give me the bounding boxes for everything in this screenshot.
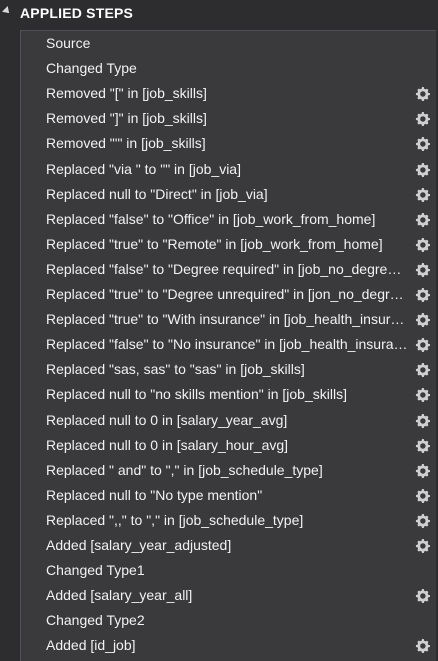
step-settings-gear-icon[interactable] <box>415 337 430 353</box>
step-settings-gear-icon[interactable] <box>415 212 430 227</box>
applied-step-label: Removed "]" in [job_skills] <box>46 110 207 127</box>
step-settings-gear-icon[interactable] <box>415 413 430 428</box>
applied-step-item[interactable]: Replaced null to "No type mention" <box>21 483 437 508</box>
panel-title: APPLIED STEPS <box>20 5 134 21</box>
applied-step-item[interactable]: Replaced null to "Direct" in [job_via] <box>21 182 437 207</box>
applied-step-item[interactable]: Added [salary_year_adjusted] <box>21 533 437 558</box>
applied-steps-list: Source Changed Type Removed "[" in [job_sk… <box>20 30 436 661</box>
applied-step-item[interactable]: Changed Type2 <box>21 608 437 633</box>
applied-step-item[interactable]: Removed "[" in [job_skills] <box>21 81 437 106</box>
step-settings-gear-icon[interactable] <box>415 237 430 252</box>
step-settings-gear-icon[interactable] <box>415 538 430 553</box>
applied-step-item[interactable]: Source <box>21 31 437 56</box>
applied-step-label: Replaced " and" to "," in [job_schedule_… <box>46 461 323 478</box>
applied-step-label: Replaced null to "Direct" in [job_via] <box>46 185 268 202</box>
step-settings-gear-icon[interactable] <box>415 162 430 177</box>
step-settings-gear-icon[interactable] <box>415 187 430 202</box>
applied-step-item[interactable]: Replaced ",," to "," in [job_schedule_ty… <box>21 508 437 533</box>
step-settings-gear-icon[interactable] <box>415 362 430 378</box>
step-settings-gear-icon[interactable] <box>415 438 430 453</box>
applied-step-item[interactable]: Changed Type <box>21 56 437 81</box>
collapse-caret-icon[interactable] <box>2 6 12 16</box>
applied-step-label: Replaced null to 0 in [salary_hour_avg] <box>46 436 289 453</box>
step-settings-gear-icon[interactable] <box>415 638 430 654</box>
applied-step-item[interactable]: Replaced "false" to "No insurance" in [j… <box>21 332 437 357</box>
step-settings-gear-icon[interactable] <box>415 86 430 102</box>
applied-step-item[interactable]: Added [salary_year_all] <box>21 583 437 608</box>
applied-step-item[interactable]: Replaced "false" to "Office" in [job_wor… <box>21 207 437 232</box>
applied-step-label: Replaced "true" to "Remote" in [job_work… <box>46 235 383 252</box>
step-settings-gear-icon[interactable] <box>415 588 430 604</box>
applied-step-item[interactable]: Replaced null to 0 in [salary_hour_avg] <box>21 433 437 458</box>
applied-step-item[interactable]: Removed "]" in [job_skills] <box>21 106 437 131</box>
applied-step-label: Replaced "false" to "Office" in [job_wor… <box>46 210 376 227</box>
applied-step-label: Removed "[" in [job_skills] <box>46 85 207 102</box>
applied-step-item[interactable]: Replaced "true" to "With insurance" in [… <box>21 307 437 332</box>
applied-step-item[interactable]: Replaced null to 0 in [salary_year_avg] <box>21 408 437 433</box>
applied-step-item[interactable]: Replaced "true" to "Degree unrequired" i… <box>21 282 437 307</box>
applied-step-label: Changed Type <box>46 60 137 77</box>
applied-step-label: Replaced "sas, sas" to "sas" in [job_ski… <box>46 361 305 378</box>
step-settings-gear-icon[interactable] <box>415 488 430 503</box>
applied-step-item[interactable]: Replaced "sas, sas" to "sas" in [job_ski… <box>21 357 437 382</box>
step-settings-gear-icon[interactable] <box>415 312 430 328</box>
applied-step-item[interactable]: Replaced "false" to "Degree required" in… <box>21 257 437 282</box>
applied-step-item[interactable]: Changed Type1 <box>21 558 437 583</box>
applied-step-label: Added [salary_year_all] <box>46 587 193 604</box>
applied-step-label: Replaced "true" to "With insurance" in [… <box>46 311 408 328</box>
step-settings-gear-icon[interactable] <box>415 387 430 403</box>
applied-step-item[interactable]: Added [id_job] <box>21 633 437 658</box>
applied-step-label: Changed Type1 <box>46 562 145 579</box>
applied-step-item[interactable]: Replaced " and" to "," in [job_schedule_… <box>21 458 437 483</box>
step-settings-gear-icon[interactable] <box>415 287 430 302</box>
applied-steps-panel: APPLIED STEPS Source Changed Type Removed … <box>0 0 438 661</box>
step-settings-gear-icon[interactable] <box>415 136 430 152</box>
step-settings-gear-icon[interactable] <box>415 262 430 277</box>
applied-step-label: Replaced null to 0 in [salary_year_avg] <box>46 411 288 428</box>
applied-step-label: Replaced "via " to "" in [job_via] <box>46 160 241 177</box>
step-settings-gear-icon[interactable] <box>415 463 430 478</box>
applied-step-label: Replaced "true" to "Degree unrequired" i… <box>46 286 408 302</box>
applied-step-item[interactable]: Replaced "via " to "" in [job_via] <box>21 157 437 182</box>
step-settings-gear-icon[interactable] <box>415 111 430 127</box>
applied-step-item[interactable]: Replaced null to "no skills mention" in … <box>21 382 437 407</box>
applied-step-label: Replaced ",," to "," in [job_schedule_ty… <box>46 511 304 528</box>
applied-step-item[interactable]: Replaced "true" to "Remote" in [job_work… <box>21 232 437 257</box>
applied-step-label: Added [salary_year_adjusted] <box>46 537 232 553</box>
applied-step-label: Changed Type2 <box>46 612 145 629</box>
applied-step-label: Replaced null to "No type mention" <box>46 486 263 503</box>
applied-step-label: Replaced "false" to "No insurance" in [j… <box>46 336 408 353</box>
applied-step-label: Replaced null to "no skills mention" in … <box>46 386 347 403</box>
applied-step-label: Source <box>46 35 91 51</box>
applied-step-item[interactable]: Removed "'" in [job_skills] <box>21 131 437 156</box>
applied-step-label: Removed "'" in [job_skills] <box>46 135 206 152</box>
applied-step-label: Replaced "false" to "Degree required" in… <box>46 260 408 277</box>
applied-step-label: Added [id_job] <box>46 637 136 654</box>
step-settings-gear-icon[interactable] <box>415 513 430 528</box>
applied-steps-header[interactable]: APPLIED STEPS <box>0 0 438 27</box>
